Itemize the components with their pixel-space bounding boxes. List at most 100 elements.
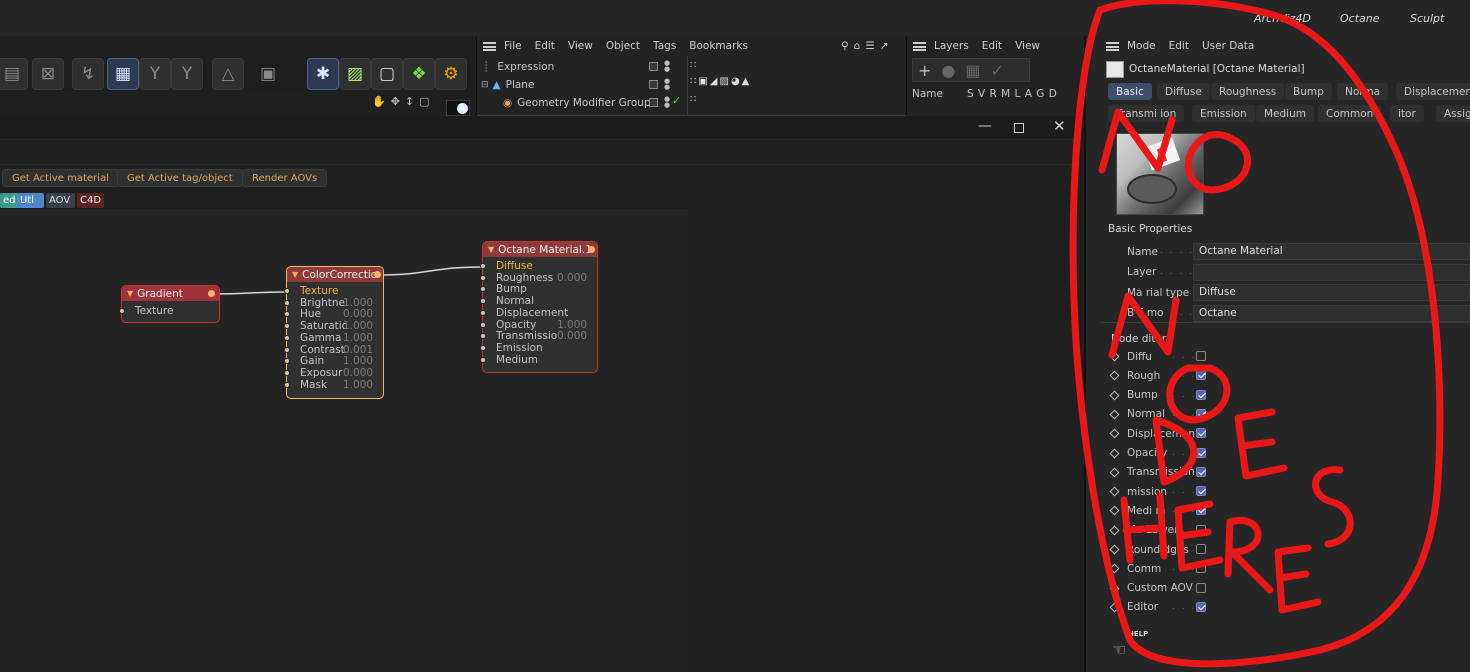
letter-r bbox=[1224, 516, 1274, 594]
input-pin[interactable] bbox=[119, 308, 125, 314]
input-pin[interactable] bbox=[284, 346, 290, 353]
input-pin[interactable] bbox=[480, 263, 486, 269]
input-pin[interactable] bbox=[480, 274, 486, 281]
colorcorrection-node-header[interactable]: ▼ ColorCorrectio bbox=[287, 267, 383, 282]
pin-name: Diffuse bbox=[496, 260, 533, 272]
pin-row[interactable]: Mask 1.000 bbox=[284, 378, 383, 391]
output-pin[interactable] bbox=[588, 246, 595, 253]
pin-name: Saturatic bbox=[300, 320, 348, 333]
pin-name: Transmissio bbox=[496, 330, 558, 343]
pin-value[interactable]: 1.000 bbox=[343, 321, 373, 332]
input-pin[interactable] bbox=[284, 381, 290, 388]
input-pin[interactable] bbox=[480, 321, 486, 328]
input-pin[interactable] bbox=[480, 286, 486, 293]
pin-value[interactable]: 0.000 bbox=[343, 309, 373, 320]
maximize-icon[interactable] bbox=[1014, 123, 1024, 133]
input-pin[interactable] bbox=[480, 356, 486, 363]
output-pin[interactable] bbox=[374, 271, 381, 278]
minimize-icon[interactable]: — bbox=[978, 118, 992, 134]
input-pin[interactable] bbox=[284, 311, 290, 318]
filter-icon[interactable]: ☰ bbox=[865, 40, 874, 52]
red-circle-stroke bbox=[1069, 0, 1444, 668]
pin-value[interactable]: 0.000 bbox=[557, 331, 587, 342]
pin-row[interactable]: Contrast 0.001 bbox=[284, 343, 383, 356]
menu-edit[interactable]: Edit bbox=[982, 40, 1002, 52]
pin-name: Opacity bbox=[496, 318, 537, 331]
pin-row[interactable]: Gain 1.000 bbox=[284, 356, 383, 367]
menu-view[interactable]: View bbox=[1015, 40, 1040, 52]
input-pin[interactable] bbox=[284, 323, 290, 330]
pin-value[interactable]: 1.000 bbox=[343, 332, 373, 344]
menu-hamburger-icon[interactable] bbox=[913, 41, 926, 51]
merge-layer-icon[interactable]: ▦ bbox=[965, 61, 990, 80]
pin-row[interactable]: Texture bbox=[119, 306, 219, 317]
gradient-node[interactable]: ▼ Gradient Texture bbox=[119, 285, 220, 323]
pin-row[interactable]: Saturatic 1.000 bbox=[284, 320, 383, 333]
eyedropper-icon[interactable]: ✓ bbox=[991, 61, 1014, 80]
collapse-triangle-icon[interactable]: ▼ bbox=[127, 289, 133, 298]
pin-row[interactable]: Diffuse bbox=[480, 260, 597, 272]
input-pin[interactable] bbox=[284, 288, 290, 294]
pin-row[interactable]: Roughness 0.000 bbox=[480, 271, 597, 284]
pin-row[interactable]: Emission bbox=[480, 342, 597, 354]
pin-value[interactable]: 0.000 bbox=[343, 367, 373, 379]
letter-o2 bbox=[1166, 364, 1231, 424]
pin-name: Contrast bbox=[300, 343, 345, 356]
octane-material-node-header[interactable]: ▼ Octane Material.1 bbox=[483, 242, 597, 257]
input-pin[interactable] bbox=[480, 309, 486, 316]
letter-s bbox=[1312, 466, 1354, 548]
pin-value[interactable]: 1.000 bbox=[557, 319, 587, 331]
pin-row[interactable]: Brightne 1.000 bbox=[284, 296, 383, 309]
pin-name: Bump bbox=[496, 283, 527, 296]
pin-name: Exposur bbox=[300, 366, 343, 379]
pin-value[interactable]: 0.000 bbox=[557, 272, 587, 284]
input-pin[interactable] bbox=[284, 358, 290, 365]
input-pin[interactable] bbox=[480, 333, 486, 340]
layer-manager: Layers Edit View + ● ▦ ✓ Name S V R M L … bbox=[906, 36, 1084, 116]
pin-name: Roughness bbox=[496, 271, 554, 284]
menu-layers[interactable]: Layers bbox=[934, 40, 969, 52]
pin-row[interactable]: Hue 0.000 bbox=[284, 309, 383, 320]
pin-row[interactable]: Bump bbox=[480, 283, 597, 296]
pin-value[interactable]: 1.000 bbox=[343, 356, 373, 367]
pin-name: Displacement bbox=[496, 306, 569, 319]
pin-row[interactable]: Medium bbox=[480, 354, 597, 366]
pin-row[interactable]: Displacement bbox=[480, 306, 597, 319]
letter-h bbox=[1120, 492, 1168, 564]
solo-layer-icon[interactable]: ● bbox=[941, 61, 965, 80]
red-annotation bbox=[1069, 0, 1444, 668]
input-pin[interactable] bbox=[284, 369, 290, 376]
letter-n bbox=[1098, 108, 1176, 174]
input-pin[interactable] bbox=[480, 298, 486, 305]
pin-row[interactable]: Gamma 1.000 bbox=[284, 331, 383, 344]
output-pin[interactable] bbox=[208, 290, 215, 297]
node-editor-empty-area bbox=[688, 190, 1080, 672]
pin-name: Mask bbox=[300, 378, 328, 391]
new-window-icon[interactable]: ↗ bbox=[880, 40, 889, 52]
home-icon[interactable]: ⌂ bbox=[854, 40, 861, 52]
add-layer-icon[interactable]: + bbox=[918, 61, 941, 80]
pin-row[interactable]: Transmissio 0.000 bbox=[480, 330, 597, 343]
letter-e bbox=[1234, 408, 1288, 480]
pin-row[interactable]: Exposur 0.000 bbox=[284, 366, 383, 379]
layer-manager-menubar: Layers Edit View bbox=[907, 36, 1084, 56]
collapse-triangle-icon[interactable]: ▼ bbox=[488, 245, 494, 254]
pin-name: Gamma bbox=[300, 331, 342, 344]
colorcorrection-node[interactable]: ▼ ColorCorrectio Texture Brightne 1.000 Hue… bbox=[284, 266, 384, 399]
pin-row[interactable]: Opacity 1.000 bbox=[480, 318, 597, 331]
pin-row[interactable]: Normal bbox=[480, 296, 597, 307]
pin-value[interactable]: 0.001 bbox=[343, 344, 373, 356]
wire-colorcorrection-to-material bbox=[378, 266, 483, 276]
input-pin[interactable] bbox=[284, 299, 290, 306]
collapse-triangle-icon[interactable]: ▼ bbox=[292, 270, 298, 279]
layer-toolbar: + ● ▦ ✓ bbox=[912, 58, 1030, 82]
gradient-node-header[interactable]: ▼ Gradient bbox=[122, 286, 219, 301]
pin-name: Brightne bbox=[300, 296, 345, 309]
octane-material-node[interactable]: ▼ Octane Material.1 Diffuse Roughness 0.00… bbox=[480, 241, 598, 373]
pin-row[interactable]: Texture bbox=[284, 286, 383, 297]
search-icon[interactable]: ⚲ bbox=[841, 40, 849, 52]
input-pin[interactable] bbox=[480, 344, 486, 351]
pin-value[interactable]: 1.000 bbox=[343, 379, 373, 391]
input-pin[interactable] bbox=[284, 334, 290, 341]
pin-value[interactable]: 1.000 bbox=[343, 297, 373, 309]
